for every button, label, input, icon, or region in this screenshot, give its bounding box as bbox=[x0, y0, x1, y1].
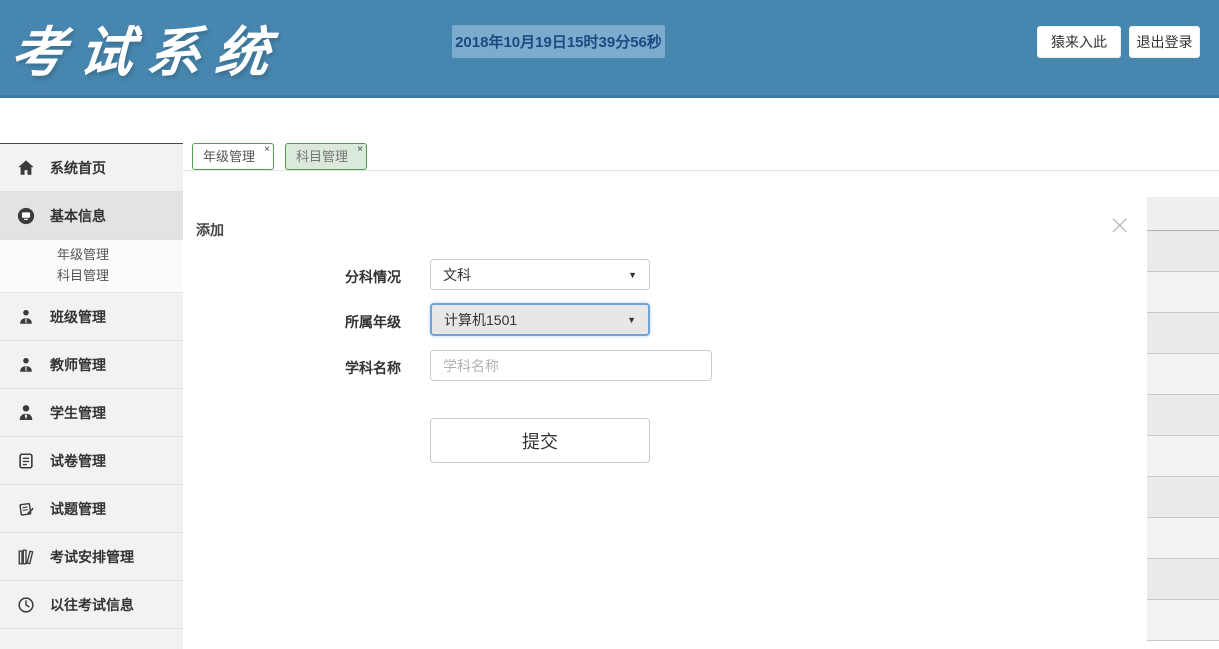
app-header: 考试系统 2018年10月19日15时39分56秒 猿来入此 退出登录 bbox=[0, 0, 1219, 98]
class-person-icon bbox=[17, 308, 35, 326]
sidebar-item-label: 系统首页 bbox=[50, 158, 106, 178]
table-row bbox=[1147, 272, 1219, 313]
student-person-icon bbox=[17, 404, 35, 422]
sidebar-submenu-basic-info: 年级管理 科目管理 bbox=[0, 240, 183, 293]
sidebar-item-label: 教师管理 bbox=[50, 355, 106, 375]
tab-close-icon[interactable]: × bbox=[357, 144, 363, 156]
table-row bbox=[1147, 436, 1219, 477]
sidebar-item-label: 学生管理 bbox=[50, 403, 106, 423]
schedule-books-icon bbox=[17, 548, 35, 566]
table-row bbox=[1147, 518, 1219, 559]
datetime-display: 2018年10月19日15时39分56秒 bbox=[452, 25, 665, 58]
sidebar-item-exam-schedule-management[interactable]: 考试安排管理 bbox=[0, 533, 183, 581]
division-select-value: 文科 bbox=[443, 265, 471, 285]
exam-paper-icon bbox=[17, 452, 35, 470]
history-clock-icon bbox=[17, 596, 35, 614]
logout-button[interactable]: 退出登录 bbox=[1129, 26, 1200, 58]
sidebar-subitem-grade-management[interactable]: 年级管理 bbox=[0, 244, 183, 265]
table-row bbox=[1147, 600, 1219, 641]
table-row bbox=[1147, 313, 1219, 354]
table-row bbox=[1147, 354, 1219, 395]
caret-down-icon: ▼ bbox=[628, 270, 637, 280]
sidebar-subitem-subject-management[interactable]: 科目管理 bbox=[0, 265, 183, 286]
table-row bbox=[1147, 477, 1219, 518]
sidebar-item-basic-info[interactable]: 基本信息 bbox=[0, 192, 183, 240]
home-icon bbox=[17, 159, 35, 177]
sidebar-item-label: 试卷管理 bbox=[50, 451, 106, 471]
sidebar-item-label: 以往考试信息 bbox=[50, 595, 134, 615]
tab-label: 年级管理 bbox=[203, 149, 255, 164]
grade-select-value: 计算机1501 bbox=[444, 310, 517, 330]
add-subject-modal: 添加 × 分科情况 文科 ▼ 所属年级 计算机1501 ▼ 学科名称 提交 bbox=[183, 171, 1147, 649]
sidebar-item-past-exam-info[interactable]: 以往考试信息 bbox=[0, 581, 183, 629]
sidebar-item-exam-paper-management[interactable]: 试卷管理 bbox=[0, 437, 183, 485]
submit-button[interactable]: 提交 bbox=[430, 418, 650, 463]
table-row bbox=[1147, 559, 1219, 600]
field-label-division: 分科情况 bbox=[345, 267, 415, 287]
sidebar-item-question-management[interactable]: 试题管理 bbox=[0, 485, 183, 533]
background-table bbox=[1147, 197, 1219, 641]
app-root: 考试系统 2018年10月19日15时39分56秒 猿来入此 退出登录 系统首页… bbox=[0, 0, 1219, 649]
modal-close-icon[interactable]: × bbox=[1108, 211, 1131, 239]
sidebar-item-home[interactable]: 系统首页 bbox=[0, 144, 183, 192]
question-edit-icon bbox=[17, 500, 35, 518]
sidebar-item-label: 考试安排管理 bbox=[50, 547, 134, 567]
tab-close-icon[interactable]: × bbox=[264, 144, 270, 156]
tab-subject-management[interactable]: 科目管理 × bbox=[285, 143, 367, 170]
basic-info-icon bbox=[17, 207, 35, 225]
sidebar-item-label: 班级管理 bbox=[50, 307, 106, 327]
tab-grade-management[interactable]: 年级管理 × bbox=[192, 143, 274, 170]
teacher-person-icon bbox=[17, 356, 35, 374]
table-row bbox=[1147, 395, 1219, 436]
sidebar: 系统首页 基本信息 年级管理 科目管理 bbox=[0, 143, 183, 649]
division-select[interactable]: 文科 ▼ bbox=[430, 259, 650, 290]
field-label-grade: 所属年级 bbox=[345, 312, 415, 332]
tab-label: 科目管理 bbox=[296, 149, 348, 164]
field-label-subject-name: 学科名称 bbox=[345, 358, 415, 378]
modal-title: 添加 bbox=[196, 220, 224, 240]
yuan-lai-ru-ci-button[interactable]: 猿来入此 bbox=[1037, 26, 1121, 58]
sidebar-item-teacher-management[interactable]: 教师管理 bbox=[0, 341, 183, 389]
app-logo: 考试系统 bbox=[8, 8, 288, 87]
caret-down-icon: ▼ bbox=[627, 315, 636, 325]
table-header-row bbox=[1147, 197, 1219, 231]
sidebar-item-class-management[interactable]: 班级管理 bbox=[0, 293, 183, 341]
subject-name-input[interactable] bbox=[430, 350, 712, 381]
sidebar-item-label: 试题管理 bbox=[50, 499, 106, 519]
grade-select[interactable]: 计算机1501 ▼ bbox=[430, 303, 650, 336]
sidebar-item-label: 基本信息 bbox=[50, 206, 106, 226]
sidebar-item-student-management[interactable]: 学生管理 bbox=[0, 389, 183, 437]
table-row bbox=[1147, 231, 1219, 272]
